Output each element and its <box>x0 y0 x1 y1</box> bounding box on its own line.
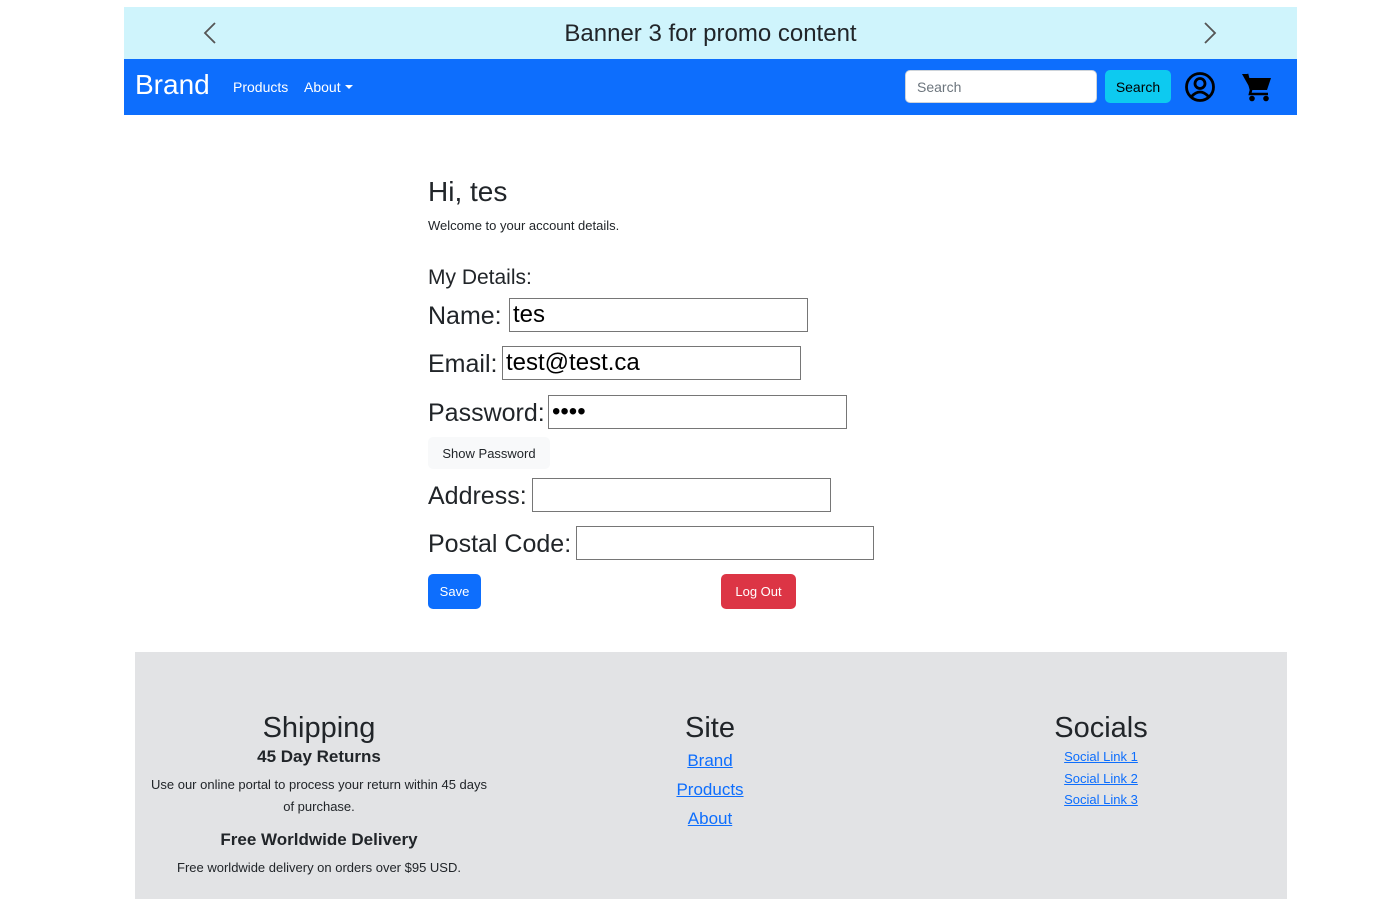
welcome-text: Welcome to your account details. <box>428 218 620 233</box>
banner-text: Banner 3 for promo content <box>564 20 857 47</box>
save-button[interactable]: Save <box>428 574 481 609</box>
promo-banner: Banner 3 for promo content <box>124 7 1297 59</box>
nav-about-label: About <box>304 79 341 95</box>
navbar: Brand Products About Search <box>124 59 1297 115</box>
footer-link-brand[interactable]: Brand <box>580 746 840 775</box>
email-field[interactable] <box>502 346 801 380</box>
nav-products-link[interactable]: Products <box>233 77 288 97</box>
delivery-title: Free Worldwide Delivery <box>220 830 418 849</box>
footer-link-products[interactable]: Products <box>580 775 840 804</box>
postal-code-field[interactable] <box>576 526 874 560</box>
chevron-right-icon[interactable] <box>1197 21 1221 45</box>
postal-code-label: Postal Code: <box>428 530 572 558</box>
search-button[interactable]: Search <box>1105 70 1171 103</box>
show-password-button[interactable]: Show Password <box>428 437 550 469</box>
footer-site: Site Brand Products About <box>580 652 840 833</box>
site-heading: Site <box>685 712 735 744</box>
user-circle-icon[interactable] <box>1184 71 1216 103</box>
brand-link[interactable]: Brand <box>135 67 210 103</box>
delivery-text: Free worldwide delivery on orders over $… <box>177 860 461 875</box>
chevron-left-icon[interactable] <box>199 21 223 45</box>
socials-heading: Socials <box>1054 712 1148 744</box>
social-link-3[interactable]: Social Link 3 <box>971 789 1231 811</box>
social-link-1[interactable]: Social Link 1 <box>971 746 1231 768</box>
details-heading: My Details: <box>428 266 532 289</box>
name-label: Name: <box>428 302 502 330</box>
password-label: Password: <box>428 399 545 427</box>
page-title: Hi, tes <box>428 176 508 207</box>
footer: Shipping 45 Day Returns Use our online p… <box>135 652 1287 899</box>
returns-title: 45 Day Returns <box>257 747 381 766</box>
footer-shipping: Shipping 45 Day Returns Use our online p… <box>145 652 493 879</box>
shopping-cart-icon[interactable] <box>1241 72 1273 102</box>
shipping-heading: Shipping <box>262 712 376 744</box>
nav-about-dropdown[interactable]: About <box>304 77 353 97</box>
logout-button[interactable]: Log Out <box>721 574 796 609</box>
social-link-2[interactable]: Social Link 2 <box>971 768 1231 790</box>
email-label: Email: <box>428 350 498 378</box>
name-field[interactable] <box>509 298 808 332</box>
address-label: Address: <box>428 482 527 510</box>
address-field[interactable] <box>532 478 831 512</box>
search-input[interactable] <box>905 70 1097 103</box>
caret-down-icon <box>344 85 353 89</box>
footer-link-about[interactable]: About <box>580 804 840 833</box>
password-field[interactable] <box>548 395 847 429</box>
footer-socials: Socials Social Link 1 Social Link 2 Soci… <box>971 652 1231 811</box>
returns-text: Use our online portal to process your re… <box>150 777 487 814</box>
